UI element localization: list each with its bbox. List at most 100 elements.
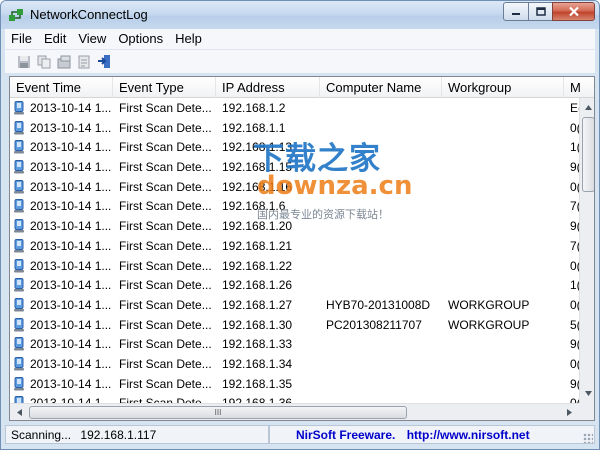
list-header: Event Time Event Type IP Address Compute… — [10, 77, 594, 98]
status-scanning: Scanning... 192.168.1.117 — [5, 425, 269, 444]
cell-event-time: 2013-10-14 1... — [30, 376, 112, 391]
cell-event-type: First Scan Dete... — [119, 140, 212, 155]
table-row[interactable]: 2013-10-14 1... First Scan Dete... 192.168… — [10, 354, 581, 374]
status-bar: Scanning... 192.168.1.117 NirSoft Freewa… — [5, 424, 595, 445]
cell-event-time: 2013-10-14 1... — [30, 337, 112, 352]
cell-event-time: 2013-10-14 1... — [30, 140, 112, 155]
minimize-icon — [512, 12, 520, 15]
menu-options[interactable]: Options — [112, 29, 169, 49]
cell-event-time: 2013-10-14 1... — [30, 278, 112, 293]
cell-event-time: 2013-10-14 1... — [30, 297, 112, 312]
cell-event-time: 2013-10-14 1... — [30, 199, 112, 214]
menu-edit[interactable]: Edit — [38, 29, 72, 49]
scroll-down-button[interactable] — [581, 385, 594, 402]
toolbar — [5, 49, 595, 73]
cell-event-time: 2013-10-14 1... — [30, 258, 112, 273]
cell-event-type: First Scan Dete... — [119, 219, 212, 234]
table-row[interactable]: 2013-10-14 1... First Scan Dete... 192.168… — [10, 295, 581, 315]
cell-event-type: First Scan Dete... — [119, 238, 212, 253]
horizontal-scroll-thumb[interactable]: III — [29, 406, 407, 419]
menu-bar: File Edit View Options Help — [5, 29, 595, 49]
exit-button[interactable] — [96, 54, 112, 70]
column-header-computer-name[interactable]: Computer Name — [320, 77, 442, 98]
table-row[interactable]: 2013-10-14 1... First Scan Dete... 192.168… — [10, 374, 581, 394]
window-title: NetworkConnectLog — [30, 7, 148, 22]
table-row[interactable]: 2013-10-14 1... First Scan Dete... 192.168… — [10, 315, 581, 335]
cell-event-type: First Scan Dete... — [119, 160, 212, 175]
scroll-right-button[interactable] — [561, 405, 578, 420]
cell-event-type: First Scan Dete... — [119, 101, 212, 115]
nirsoft-link[interactable]: http://www.nirsoft.net — [407, 428, 530, 442]
copy-icon — [37, 55, 51, 68]
cell-ip-address: 192.168.1.15 — [222, 160, 293, 175]
cell-event-type: First Scan Dete... — [119, 278, 212, 293]
cell-event-time: 2013-10-14 1... — [30, 238, 112, 253]
vertical-scrollbar[interactable] — [579, 98, 594, 403]
table-row[interactable]: 2013-10-14 1... First Scan Dete... 192.168… — [10, 137, 581, 157]
maximize-button[interactable] — [528, 2, 553, 21]
app-window: NetworkConnectLog File Edit View Options… — [0, 0, 600, 450]
cell-event-time: 2013-10-14 1... — [30, 101, 112, 115]
menu-help[interactable]: Help — [169, 29, 208, 49]
cell-event-type: First Scan Dete... — [119, 337, 212, 352]
status-scanning-label: Scanning... — [11, 428, 72, 442]
cell-ip-address: 192.168.1.20 — [222, 219, 293, 234]
exit-icon — [97, 55, 110, 68]
cell-computer-name: PC201308211707 — [326, 317, 422, 332]
vertical-scroll-thumb[interactable] — [582, 117, 594, 192]
table-row[interactable]: 2013-10-14 1... First Scan Dete... 192.168… — [10, 216, 581, 236]
resize-grip[interactable] — [583, 433, 593, 443]
table-row[interactable]: 2013-10-14 1... First Scan Dete... 192.168… — [10, 256, 581, 276]
status-scanning-ip: 192.168.1.117 — [80, 428, 157, 442]
table-row[interactable]: 2013-10-14 1... First Scan Dete... 192.168… — [10, 196, 581, 216]
table-row[interactable]: 2013-10-14 1... First Scan Dete... 192.168… — [10, 118, 581, 138]
cell-event-time: 2013-10-14 1... — [30, 160, 112, 175]
minimize-button[interactable] — [503, 2, 529, 21]
cell-ip-address: 192.168.1.1 — [222, 120, 286, 135]
column-header-ip-address[interactable]: IP Address — [216, 77, 320, 98]
column-header-event-time[interactable]: Event Time — [10, 77, 113, 98]
close-button[interactable] — [552, 2, 595, 21]
table-row[interactable]: 2013-10-14 1... First Scan Dete... 192.168… — [10, 275, 581, 295]
cell-event-time: 2013-10-14 1... — [30, 356, 112, 371]
maximize-icon — [535, 7, 546, 16]
table-row[interactable]: 2013-10-14 1... First Scan Dete... 192.168… — [10, 177, 581, 197]
cell-event-type: First Scan Dete... — [119, 356, 212, 371]
cell-event-time: 2013-10-14 1... — [30, 317, 112, 332]
table-row[interactable]: 2013-10-14 1... First Scan Dete... 192.168… — [10, 157, 581, 177]
cell-ip-address: 192.168.1.13 — [222, 140, 293, 155]
close-icon — [568, 6, 579, 17]
table-row[interactable]: 2013-10-14 1... First Scan Dete... 192.168… — [10, 334, 581, 354]
cell-event-time: 2013-10-14 1... — [30, 120, 112, 135]
save-button[interactable] — [16, 54, 32, 70]
table-row[interactable]: 2013-10-14 1... First Scan Dete... 192.168… — [10, 236, 581, 256]
title-bar[interactable]: NetworkConnectLog — [1, 1, 599, 29]
event-list[interactable]: Event Time Event Type IP Address Compute… — [9, 76, 595, 421]
thumb-grip: III — [214, 408, 222, 417]
table-row[interactable]: 2013-10-14 1... First Scan Dete... 192.168… — [10, 98, 582, 118]
cell-event-type: First Scan Dete... — [119, 179, 212, 194]
cell-computer-name: HYB70-20131008D — [326, 297, 431, 312]
cell-ip-address: 192.168.1.2 — [222, 101, 286, 115]
column-header-workgroup[interactable]: Workgroup — [442, 77, 564, 98]
cell-event-type: First Scan Dete... — [119, 376, 212, 391]
column-header-mac[interactable]: M — [564, 77, 594, 98]
cell-ip-address: 192.168.1.22 — [222, 258, 293, 273]
cell-ip-address: 192.168.1.27 — [222, 297, 293, 312]
cell-event-time: 2013-10-14 1... — [30, 179, 112, 194]
arrow-down-icon — [585, 391, 592, 396]
copy-button[interactable] — [36, 54, 52, 70]
column-header-event-type[interactable]: Event Type — [113, 77, 216, 98]
properties-button[interactable] — [56, 54, 72, 70]
horizontal-scrollbar[interactable]: III — [10, 403, 579, 420]
save-icon — [18, 55, 30, 68]
scroll-up-button[interactable] — [581, 99, 594, 116]
scroll-left-button[interactable] — [11, 405, 28, 420]
menu-view[interactable]: View — [72, 29, 112, 49]
menu-file[interactable]: File — [5, 29, 38, 49]
cell-ip-address: 192.168.1.16 — [222, 179, 293, 194]
cell-ip-address: 192.168.1.6 — [222, 199, 286, 214]
cell-workgroup: WORKGROUP — [448, 317, 530, 332]
html-report-button[interactable] — [76, 54, 92, 70]
status-credit-text: NirSoft Freeware. — [296, 428, 396, 442]
